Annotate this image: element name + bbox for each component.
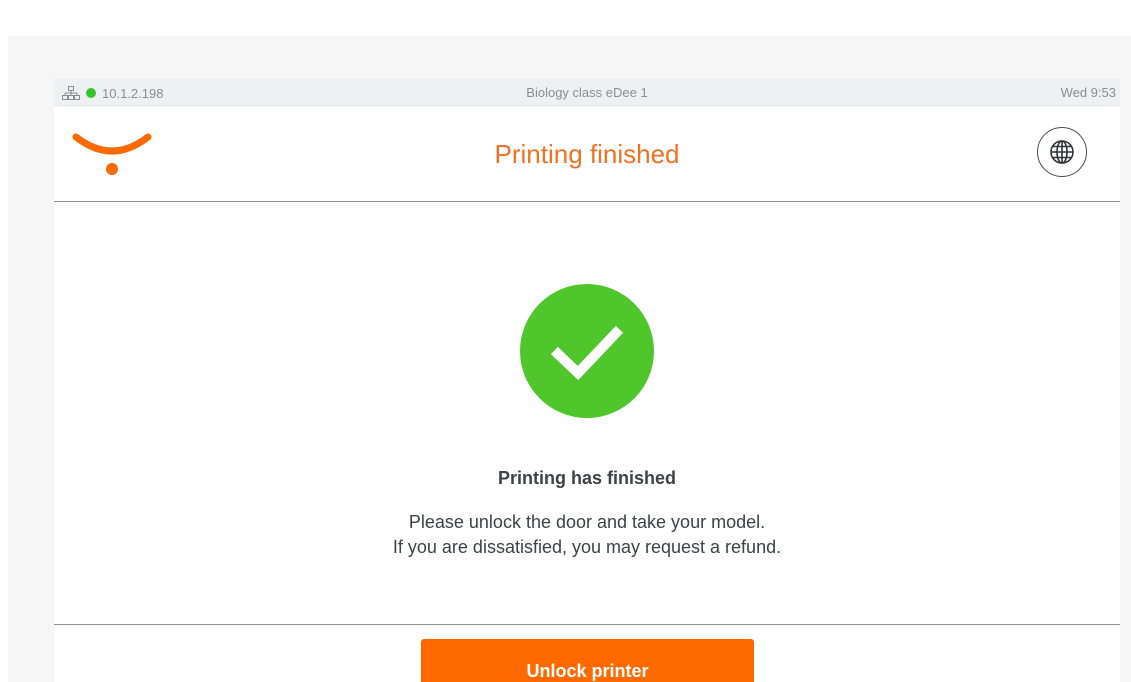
- footer-divider: [54, 624, 1120, 625]
- message-line-1: Please unlock the door and take your mod…: [408, 512, 766, 532]
- network-icon: [62, 86, 80, 100]
- status-bar: Biology class eDee 1 10.1.2.198 Wed 9:53: [54, 79, 1120, 107]
- unlock-printer-button[interactable]: Unlock printer: [421, 639, 754, 682]
- message-line-2: If you are dissatisfied, you may request…: [392, 537, 782, 557]
- main-content: Printing has finished Please unlock the …: [54, 202, 1120, 624]
- connection-indicator: [86, 88, 96, 98]
- smile-logo-icon: [72, 133, 152, 175]
- language-button[interactable]: [1037, 127, 1087, 177]
- message-body: Please unlock the door and take your mod…: [54, 510, 1120, 560]
- success-badge: [520, 284, 654, 418]
- connection-status: 10.1.2.198: [62, 79, 163, 107]
- checkmark-icon: [550, 325, 624, 381]
- device-name: Biology class eDee 1: [526, 85, 648, 100]
- page-title: Printing finished: [494, 139, 680, 169]
- ip-address: 10.1.2.198: [102, 85, 164, 101]
- message-title: Printing has finished: [497, 468, 676, 488]
- header: Printing finished: [54, 107, 1120, 202]
- globe-icon: [1050, 140, 1074, 164]
- kiosk-screen: Biology class eDee 1 10.1.2.198 Wed 9:53: [54, 79, 1120, 682]
- clock: Wed 9:53: [1060, 85, 1116, 100]
